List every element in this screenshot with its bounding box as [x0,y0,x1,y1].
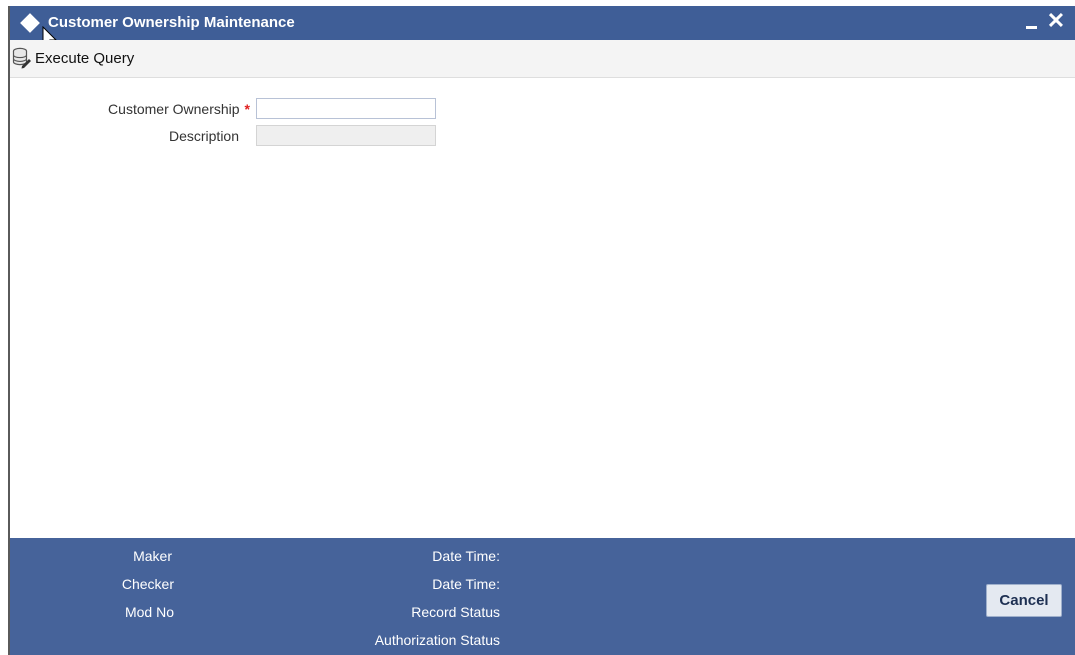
authorization-status-label: Authorization Status [374,632,500,648]
customer-ownership-label: Customer Ownership * [108,98,250,120]
required-mark: * [244,101,250,117]
customer-ownership-input[interactable] [256,98,436,119]
record-status-label: Record Status [411,604,500,620]
diamond-icon [20,13,40,33]
maker-date-time-label: Date Time: [432,548,500,564]
customer-ownership-row: Customer Ownership * [10,98,1075,120]
description-field [256,125,436,146]
cancel-button[interactable]: Cancel [986,584,1062,617]
execute-query-button[interactable]: Execute Query [12,46,134,70]
close-icon[interactable]: ✕ [1046,9,1066,33]
mod-no-label: Mod No [124,604,174,620]
checker-date-time-label: Date Time: [432,576,500,592]
description-row: Description [10,125,1075,147]
execute-query-label: Execute Query [35,49,135,67]
maintenance-window: Customer Ownership Maintenance ✕ Execute… [8,6,1075,655]
customer-ownership-label-text: Customer Ownership [108,101,240,117]
audit-footer: Maker Checker Mod No Date Time: Date Tim… [10,538,1075,655]
checker-label: Checker [121,576,174,592]
database-query-icon [12,47,31,69]
description-label: Description [168,128,239,144]
toolbar: Execute Query [10,40,1075,78]
title-bar: Customer Ownership Maintenance ✕ [10,6,1075,40]
maker-label: Maker [133,548,172,564]
minimize-icon[interactable] [1025,16,1039,30]
window-title: Customer Ownership Maintenance [48,14,295,31]
